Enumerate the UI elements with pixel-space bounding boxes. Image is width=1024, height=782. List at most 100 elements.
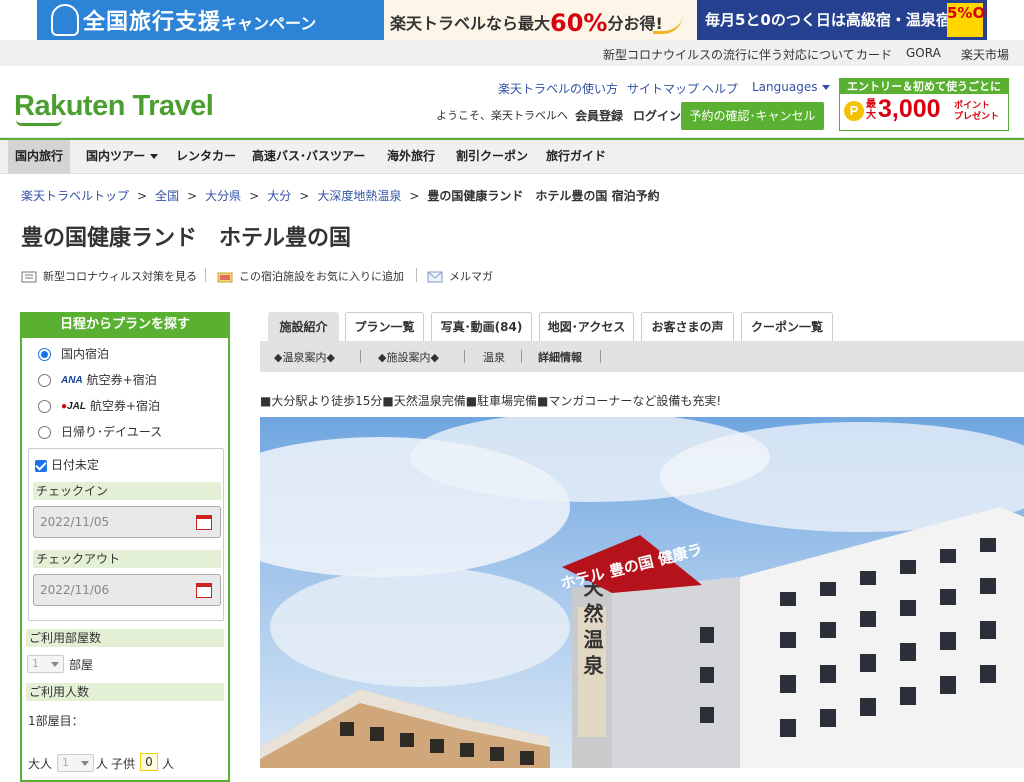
banner-off-badge: 5%OFF: [947, 3, 987, 37]
banner-campaign-title: 全国旅行支援: [83, 10, 222, 35]
banner-percent: 60%: [550, 9, 608, 37]
radio-jal-package[interactable]: ●JAL 航空券+宿泊: [38, 397, 160, 414]
search-heading: 日程からプランを探す: [22, 314, 228, 338]
chevron-down-icon: [150, 154, 159, 159]
date-box: 日付未定 チェックイン 2022/11/05 チェックアウト 2022/11/0…: [28, 448, 224, 621]
adult-select[interactable]: 1: [57, 754, 94, 772]
room1-label: 1部屋目：: [28, 714, 84, 728]
calendar-icon[interactable]: [196, 515, 212, 530]
logo-text: Rakuten Travel: [14, 90, 214, 122]
login-link[interactable]: ログイン: [633, 107, 681, 124]
radio-domestic-stay-label: 国内宿泊: [61, 347, 110, 361]
checkout-date-input[interactable]: 2022/11/06: [33, 574, 221, 606]
document-icon: [21, 271, 37, 283]
site-header: Rakuten Travel 楽天トラベルの使い方 サイトマップ ヘルプ Lan…: [0, 66, 1024, 138]
help-link[interactable]: ヘルプ: [702, 80, 738, 97]
covid-measures-link[interactable]: 新型コロナウィルス対策を見る: [21, 268, 197, 284]
photo-sign-vertical: 天然温泉: [580, 577, 604, 681]
add-favorite-link[interactable]: この宿泊施設をお気に入りに追加: [217, 268, 404, 284]
gnav-overseas[interactable]: 海外旅行: [380, 140, 442, 173]
chevron-down-icon: [822, 85, 831, 90]
welcome-text: ようこそ、楽天トラベルへ: [436, 109, 568, 122]
checkout-label: チェックアウト: [33, 550, 221, 568]
radio-ana-label: 航空券+宿泊: [86, 373, 157, 387]
rooms-label: ご利用部屋数: [26, 629, 224, 647]
subnav-onsen[interactable]: 温泉: [483, 349, 505, 365]
checkin-date-input[interactable]: 2022/11/05: [33, 506, 221, 538]
gora-link[interactable]: GORA: [906, 46, 941, 60]
breadcrumb-top[interactable]: 楽天トラベルトップ: [21, 189, 129, 203]
gnav-rentacar[interactable]: レンタカー: [169, 140, 243, 173]
calendar-icon[interactable]: [196, 583, 212, 598]
campaign-banner-image[interactable]: 全国旅行支援キャンペーン 楽天トラベルなら最大60%分お得! 毎月5と0のつく日…: [37, 0, 987, 40]
gnav-guide[interactable]: 旅行ガイド: [539, 140, 613, 173]
gnav-domestic-tour-label: 国内ツアー: [86, 149, 146, 163]
people-label: ご利用人数: [26, 683, 224, 701]
mail-magazine-label: メルマガ: [449, 270, 493, 283]
banner-campaign-suffix: キャンペーン: [221, 14, 317, 33]
date-undecided-label: 日付未定: [51, 458, 100, 472]
gnav-domestic-tour[interactable]: 国内ツアー: [79, 140, 165, 173]
breadcrumb-prefecture[interactable]: 大分県: [205, 189, 241, 203]
child-count-input[interactable]: 0: [140, 753, 158, 771]
banner-arc-icon: [653, 6, 683, 34]
favorite-folder-icon: [217, 272, 233, 283]
date-undecided-checkbox[interactable]: 日付未定: [35, 456, 99, 473]
rooms-select[interactable]: 1: [27, 655, 64, 673]
rooms-unit: 部屋: [69, 658, 94, 672]
hotel-main-photo[interactable]: 天然温泉 ホテル 豊の国 健康ラ: [260, 417, 1024, 768]
gnav-bus[interactable]: 高速バス･バスツアー: [245, 140, 372, 173]
radio-button[interactable]: [38, 426, 51, 439]
radio-button-selected[interactable]: [38, 348, 51, 361]
child-label: 子供: [111, 757, 136, 771]
checkin-date-value: 2022/11/05: [40, 515, 110, 529]
radio-dayuse[interactable]: 日帰り･デイユース: [38, 423, 162, 440]
tab-map-access[interactable]: 地図･アクセス: [539, 312, 634, 341]
ichiba-link[interactable]: 楽天市場: [961, 46, 1009, 63]
promo-top-text: エントリー＆初めて使うごとに: [840, 79, 1008, 94]
checkout-date-value: 2022/11/06: [40, 583, 110, 597]
breadcrumb-current: 豊の国健康ランド ホテル豊の国 宿泊予約: [427, 189, 660, 203]
child-unit: 人: [162, 757, 175, 771]
covid-notice-link[interactable]: 新型コロナウイルスの流行に伴う対応について: [603, 46, 855, 63]
radio-button[interactable]: [38, 400, 51, 413]
radio-ana-package[interactable]: ANA 航空券+宿泊: [38, 371, 157, 388]
campaign-banner[interactable]: 全国旅行支援キャンペーン 楽天トラベルなら最大60%分お得! 毎月5と0のつく日…: [0, 0, 1024, 40]
promo-unit-points: ポイント: [954, 100, 991, 110]
tab-plan-list[interactable]: プラン一覧: [345, 312, 424, 341]
point-coin-icon: P: [844, 101, 864, 121]
breadcrumb: 楽天トラベルトップ > 全国 > 大分県 > 大分 > 大深度地熱温泉 > 豊の国健康ランド ホテル…: [21, 189, 660, 203]
reservation-check-button[interactable]: 予約の確認･キャンセル: [681, 102, 824, 130]
tab-facility-intro[interactable]: 施設紹介: [268, 312, 339, 341]
tab-photos-videos[interactable]: 写真･動画(84): [431, 312, 532, 341]
breadcrumb-city[interactable]: 大分: [267, 189, 291, 203]
adult-unit: 人: [96, 757, 109, 771]
languages-dropdown[interactable]: Languages: [752, 80, 831, 94]
subnav-onsen-guide[interactable]: ◆温泉案内◆: [274, 349, 335, 365]
promo-max-label: 最大: [866, 99, 876, 121]
howto-link[interactable]: 楽天トラベルの使い方: [498, 80, 618, 97]
gnav-domestic[interactable]: 国内旅行: [8, 140, 71, 173]
breadcrumb-area[interactable]: 大深度地熱温泉: [317, 189, 401, 203]
checkbox-checked[interactable]: [35, 459, 47, 472]
rakuten-travel-logo[interactable]: Rakuten Travel: [14, 90, 214, 126]
promo-amount: 3,000: [878, 95, 941, 123]
plan-search-panel: 日程からプランを探す 国内宿泊 ANA 航空券+宿泊 ●JAL 航空券+宿泊 日帰り…: [20, 312, 230, 782]
register-link[interactable]: 会員登録: [575, 107, 623, 124]
logo-swoosh-icon: [16, 120, 62, 126]
sitemap-link[interactable]: サイトマップ: [627, 80, 699, 97]
breadcrumb-national[interactable]: 全国: [155, 189, 179, 203]
checkin-label: チェックイン: [33, 482, 221, 500]
banner-right-text: 毎月5と0のつく日は高級宿・温泉宿が: [705, 11, 966, 29]
radio-domestic-stay[interactable]: 国内宿泊: [38, 345, 109, 362]
radio-button[interactable]: [38, 374, 51, 387]
subnav-facility-guide[interactable]: ◆施設案内◆: [378, 349, 439, 365]
tab-coupons[interactable]: クーポン一覧: [741, 312, 833, 341]
mail-magazine-link[interactable]: メルマガ: [427, 268, 493, 284]
subnav-details[interactable]: 詳細情報: [538, 349, 582, 365]
points-promo-banner[interactable]: エントリー＆初めて使うごとに P 最大 3,000 ポイント プレゼント: [839, 78, 1009, 131]
radio-dayuse-label: 日帰り･デイユース: [61, 425, 163, 439]
gnav-coupon[interactable]: 割引クーポン: [449, 140, 535, 173]
card-link[interactable]: カード: [856, 46, 892, 63]
tab-reviews[interactable]: お客さまの声: [641, 312, 734, 341]
